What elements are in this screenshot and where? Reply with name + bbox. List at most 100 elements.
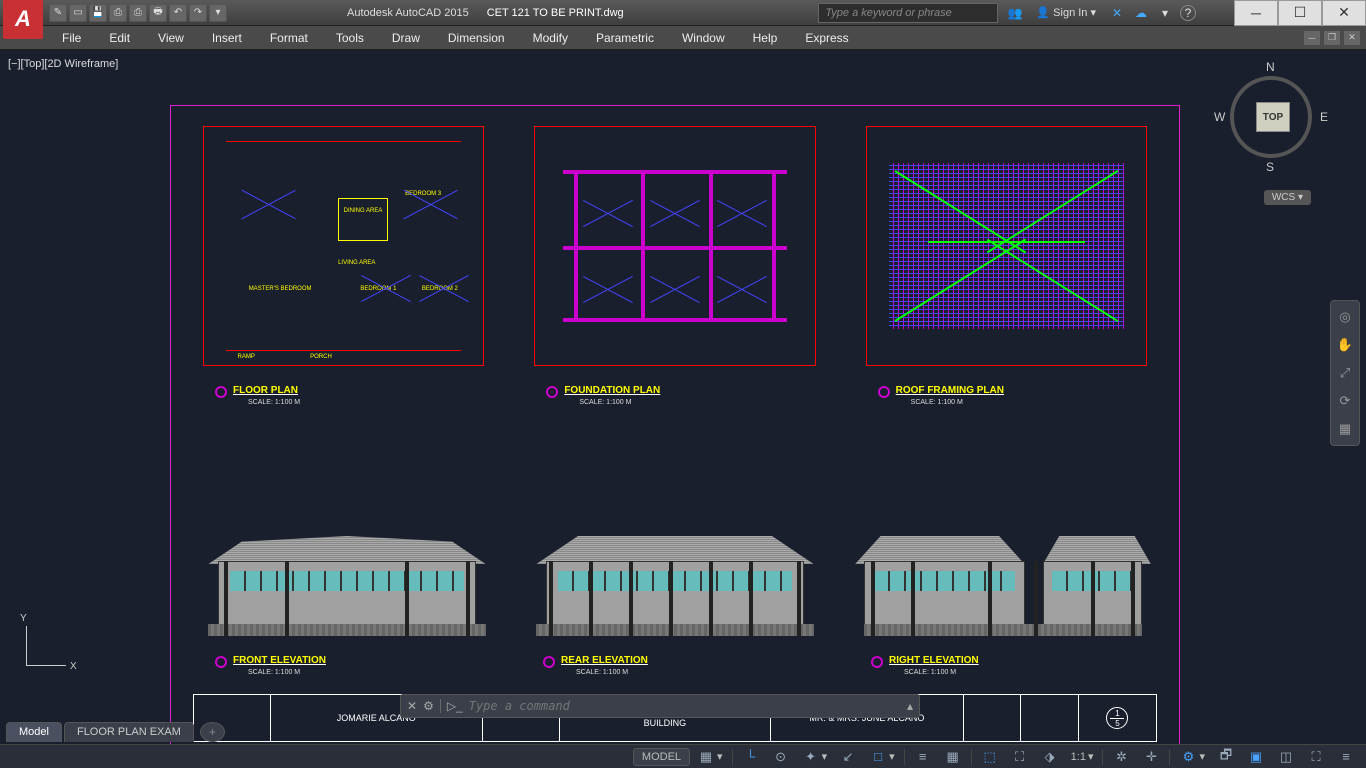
compass-e: E — [1320, 110, 1328, 124]
menu-help[interactable]: Help — [739, 27, 792, 49]
status-osnap-icon[interactable]: □▾ — [864, 746, 900, 768]
help-icon[interactable]: ? — [1180, 5, 1196, 21]
status-cleanscreen-icon[interactable]: ⛶ — [1302, 746, 1330, 768]
plan-marker-icon — [878, 386, 890, 398]
qat-open-icon[interactable]: ▭ — [69, 4, 87, 22]
menu-dimension[interactable]: Dimension — [434, 27, 519, 49]
wcs-label: WCS — [1272, 192, 1295, 203]
window-close-button[interactable]: ✕ — [1322, 0, 1366, 26]
doc-restore-button[interactable]: ❐ — [1324, 31, 1340, 45]
status-3dosnap-icon[interactable]: ⛶ — [1006, 746, 1034, 768]
status-workspace-icon[interactable]: ⚙▾ — [1174, 746, 1210, 768]
nav-showmotion-icon[interactable]: ▦ — [1335, 417, 1355, 441]
plan-marker-icon — [546, 386, 558, 398]
command-input[interactable] — [469, 699, 901, 713]
menu-view[interactable]: View — [144, 27, 198, 49]
cmdline-prompt-icon: ▷_ — [440, 699, 463, 713]
menu-file[interactable]: File — [48, 27, 95, 49]
status-ortho-icon[interactable]: ⊙ — [767, 746, 795, 768]
label-ramp: RAMP — [238, 354, 255, 360]
app-logo[interactable]: A — [3, 0, 43, 39]
label-porch: PORCH — [310, 354, 332, 360]
qat-undo-icon[interactable]: ↶ — [169, 4, 187, 22]
status-isoplane-icon[interactable]: ↙ — [834, 746, 862, 768]
status-transparency-icon[interactable]: ▦ — [939, 746, 967, 768]
nav-wheel-icon[interactable]: ◎ — [1335, 305, 1355, 329]
cmdline-customize-icon[interactable]: ⚙ — [423, 699, 434, 713]
status-grid-icon[interactable]: ▦▾ — [692, 746, 728, 768]
roof-plan-scale: SCALE: 1:100 M — [911, 399, 963, 406]
menu-modify[interactable]: Modify — [519, 27, 582, 49]
exchange-icon[interactable]: ✕ — [1108, 4, 1126, 22]
label-master: MASTER'S BEDROOM — [249, 286, 312, 292]
floor-plan: DINING AREA LIVING AREA MASTER'S BEDROOM… — [193, 116, 494, 416]
tab-model[interactable]: Model — [6, 722, 62, 742]
ucs-x-label: X — [70, 661, 77, 672]
qat-print-icon[interactable]: 🖶 — [149, 4, 167, 22]
app-title: Autodesk AutoCAD 2015 — [347, 7, 469, 19]
compass-s: S — [1266, 160, 1274, 174]
search-input[interactable]: Type a keyword or phrase — [818, 3, 998, 23]
wcs-badge[interactable]: WCS ▾ — [1264, 190, 1311, 205]
status-dynucs-icon[interactable]: ⬗ — [1036, 746, 1064, 768]
drawing-sheet: DINING AREA LIVING AREA MASTER'S BEDROOM… — [170, 105, 1180, 745]
help-more-icon[interactable]: ▾ — [1156, 4, 1174, 22]
qat-plot-icon[interactable]: ⎙ — [129, 4, 147, 22]
qat-more-icon[interactable]: ▾ — [209, 4, 227, 22]
model-viewport[interactable]: [−][Top][2D Wireframe] DINING AREA LIVIN… — [0, 50, 1366, 744]
status-customize-icon[interactable]: ≡ — [1332, 746, 1360, 768]
doc-close-button[interactable]: ✕ — [1344, 31, 1360, 45]
nav-pan-icon[interactable]: ✋ — [1335, 333, 1355, 357]
tab-add-button[interactable]: + — [200, 722, 225, 742]
search-placeholder: Type a keyword or phrase — [825, 7, 991, 19]
plan-marker-icon — [543, 656, 555, 668]
qat-new-icon[interactable]: ✎ — [49, 4, 67, 22]
a360-icon[interactable]: ☁ — [1132, 4, 1150, 22]
window-minimize-button[interactable]: ─ — [1234, 0, 1278, 26]
ucs-icon[interactable]: X Y — [18, 614, 78, 674]
label-dining: DINING AREA — [344, 208, 383, 214]
signin-label: Sign In — [1053, 7, 1087, 19]
qat-redo-icon[interactable]: ↷ — [189, 4, 207, 22]
menu-express[interactable]: Express — [791, 27, 862, 49]
nav-zoom-extents-icon[interactable]: ⤢ — [1335, 361, 1355, 385]
status-annomon-icon[interactable]: 🗗 — [1212, 746, 1240, 768]
cmdline-recent-icon[interactable]: ▴ — [907, 699, 913, 713]
menu-window[interactable]: Window — [668, 27, 739, 49]
viewcube[interactable]: N S E W TOP — [1216, 62, 1326, 172]
menu-draw[interactable]: Draw — [378, 27, 434, 49]
menu-insert[interactable]: Insert — [198, 27, 256, 49]
menu-format[interactable]: Format — [256, 27, 322, 49]
signin-button[interactable]: 👤 Sign In ▾ — [1030, 6, 1102, 19]
nav-orbit-icon[interactable]: ⟳ — [1335, 389, 1355, 413]
plan-marker-icon — [215, 386, 227, 398]
qat-saveas-icon[interactable]: ⎙ — [109, 4, 127, 22]
infocenter-find-icon[interactable]: 👥 — [1006, 4, 1024, 22]
status-cycling-icon[interactable]: ⬚ — [976, 746, 1004, 768]
menu-parametric[interactable]: Parametric — [582, 27, 668, 49]
compass-w: W — [1214, 110, 1225, 124]
roof-framing-plan: ROOF FRAMING PLAN SCALE: 1:100 M — [856, 116, 1157, 416]
window-maximize-button[interactable]: ☐ — [1278, 0, 1322, 26]
status-annoscale-button[interactable]: 1:1▾ — [1066, 748, 1099, 765]
cmdline-close-icon[interactable]: ✕ — [407, 699, 417, 713]
command-line[interactable]: ✕ ⚙ ▷_ ▴ — [400, 694, 920, 718]
floor-plan-title: FLOOR PLAN — [233, 385, 494, 396]
status-hardware-icon[interactable]: ▣ — [1242, 746, 1270, 768]
menu-edit[interactable]: Edit — [95, 27, 144, 49]
foundation-plan-scale: SCALE: 1:100 M — [579, 399, 631, 406]
status-annoauto-icon[interactable]: ✛ — [1137, 746, 1165, 768]
menu-tools[interactable]: Tools — [322, 27, 378, 49]
tab-layout1[interactable]: FLOOR PLAN EXAM — [64, 722, 194, 742]
viewcube-top-face[interactable]: TOP — [1256, 102, 1290, 132]
status-modelspace-button[interactable]: MODEL — [633, 748, 690, 766]
status-snap-icon[interactable]: └ — [737, 746, 765, 768]
viewport-label[interactable]: [−][Top][2D Wireframe] — [8, 58, 118, 70]
status-polar-icon[interactable]: ✦▾ — [797, 746, 833, 768]
status-annovis-icon[interactable]: ✲ — [1107, 746, 1135, 768]
status-lineweight-icon[interactable]: ≡ — [909, 746, 937, 768]
qat-save-icon[interactable]: 💾 — [89, 4, 107, 22]
status-isolate-icon[interactable]: ◫ — [1272, 746, 1300, 768]
doc-minimize-button[interactable]: ─ — [1304, 31, 1320, 45]
front-elevation-scale: SCALE: 1:100 M — [248, 669, 300, 676]
